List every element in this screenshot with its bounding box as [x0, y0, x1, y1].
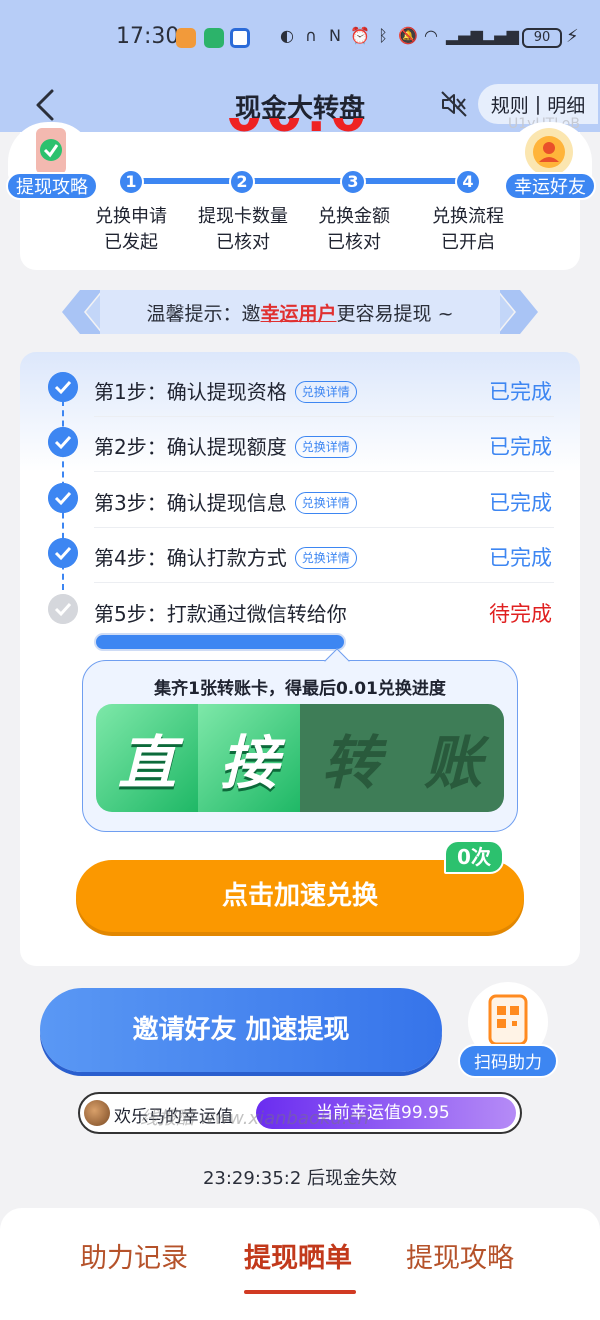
detail-link[interactable]: 兑换详情 [294, 547, 357, 569]
bluetooth-icon: ᛒ [378, 26, 388, 45]
step-number-3: 3 [340, 169, 366, 195]
app-notification-icon [230, 28, 250, 48]
step-label-2: 提现卡数量 已核对 [198, 206, 288, 253]
tab-withdraw-guide[interactable]: 提现攻略 [406, 1236, 514, 1275]
wifi-icon: ◠ [424, 26, 438, 45]
step-label-1: 兑换申请 已发起 [95, 206, 167, 253]
check-circle-icon [48, 372, 78, 402]
tip-highlight[interactable]: 幸运用户 [261, 303, 337, 325]
step-label-4: 兑换流程 已开启 [432, 206, 504, 253]
hd-icon: ◐ [280, 26, 294, 45]
mute-bell-icon: 🔕 [398, 26, 418, 45]
check-circle-icon [48, 427, 78, 457]
active-tab-indicator [244, 1290, 356, 1294]
task-row: 第1步：确认提现资格 兑换详情 已完成 [94, 362, 554, 417]
charging-icon: ⚡ [566, 26, 579, 47]
withdraw-progress-bar [94, 633, 346, 651]
task-status: 已完成 [489, 491, 552, 515]
signal-icon: ▂▄▆ [446, 26, 483, 45]
headphones-icon: ∩ [305, 26, 317, 45]
step-number-1: 1 [118, 169, 144, 195]
puzzle-piece: 直 [96, 704, 198, 812]
alarm-icon: ⏰ [350, 26, 370, 45]
puzzle-piece-missing: 转 [300, 704, 402, 812]
guide-badge-label[interactable]: 提现攻略 [6, 172, 98, 200]
sound-off-icon[interactable] [440, 90, 468, 118]
nfc-icon: N [329, 26, 341, 45]
steps-connector [130, 178, 470, 184]
detail-link[interactable]: 兑换详情 [294, 381, 357, 403]
scan-help-label[interactable]: 扫码助力 [458, 1044, 558, 1078]
app-notification-icon [204, 28, 224, 48]
tip-banner: 温馨提示：邀幸运用户更容易提现 ~ [60, 290, 540, 334]
app-notification-icon [176, 28, 196, 48]
pill-divider: | [534, 93, 542, 115]
invite-friends-button[interactable]: 邀请好友 加速提现 [40, 988, 442, 1072]
rules-link[interactable]: 规则 [491, 91, 529, 118]
check-circle-pending-icon [48, 594, 78, 624]
step-number-4: 4 [455, 169, 481, 195]
lucky-friend-badge-label[interactable]: 幸运好友 [504, 172, 596, 200]
signal-icon: ▂▄▆ [482, 26, 519, 45]
step-number-2: 2 [229, 169, 255, 195]
site-watermark: 线报酷 www.xianbaoku.cn [140, 1108, 369, 1129]
puzzle-piece-missing: 账 [402, 704, 504, 812]
task-status-pending: 待完成 [489, 602, 552, 626]
avatar [84, 1100, 110, 1126]
details-link[interactable]: 明细 [547, 91, 585, 118]
puzzle-piece: 接 [198, 704, 300, 812]
step-label-3: 兑换金额 已核对 [318, 206, 390, 253]
tab-help-records[interactable]: 助力记录 [80, 1236, 188, 1275]
task-status: 已完成 [489, 435, 552, 459]
task-row: 第4步：确认打款方式 兑换详情 已完成 [94, 528, 554, 583]
expiry-countdown: 23:29:35:2 后现金失效 [202, 1168, 398, 1189]
transfer-puzzle: 直 接 转 账 [96, 704, 504, 812]
tab-withdraw-showcase[interactable]: 提现晒单 [244, 1236, 352, 1275]
amount-partial: 00.01 [226, 118, 376, 146]
count-badge: 0次 [444, 840, 504, 874]
transfer-card-caption: 集齐1张转账卡，得最后0.01兑换进度 [154, 679, 446, 699]
detail-link[interactable]: 兑换详情 [294, 436, 357, 458]
status-bar: 17:30 ◐ ∩ N ⏰ ᛒ 🔕 ◠ ▂▄▆ ▂▄▆ 90 ⚡ [0, 0, 600, 78]
check-circle-icon [48, 483, 78, 513]
tip-text: 温馨提示：邀幸运用户更容易提现 ~ [146, 303, 454, 325]
system-icons: ◐ ∩ N ⏰ ᛒ 🔕 ◠ ▂▄▆ ▂▄▆ [278, 26, 519, 46]
battery-icon: 90 [522, 28, 562, 48]
task-row: 第2步：确认提现额度 兑换详情 已完成 [94, 417, 554, 472]
check-circle-icon [48, 538, 78, 568]
task-status: 已完成 [489, 380, 552, 404]
status-time: 17:30 [116, 24, 180, 49]
task-status: 已完成 [489, 546, 552, 570]
detail-link[interactable]: 兑换详情 [294, 492, 357, 514]
task-row: 第3步：确认提现信息 兑换详情 已完成 [94, 473, 554, 528]
task-row: 第5步：打款通过微信转给你 待完成 [94, 584, 554, 639]
